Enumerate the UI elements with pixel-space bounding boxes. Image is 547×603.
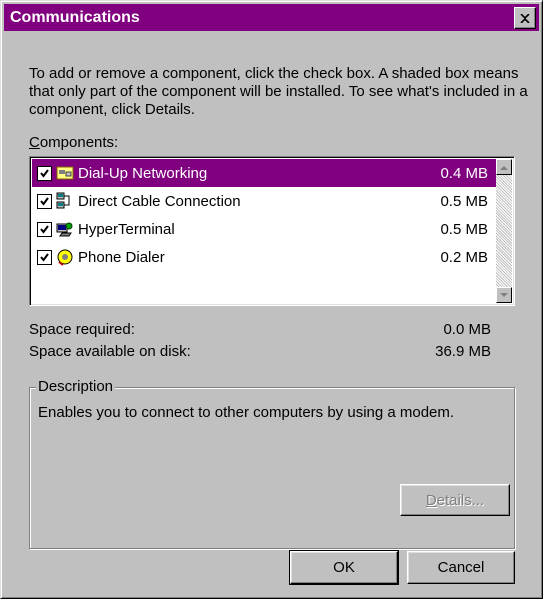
scroll-down-button[interactable]	[496, 287, 512, 303]
scroll-down-arrow-icon	[500, 292, 508, 297]
description-text: Enables you to connect to other computer…	[38, 404, 455, 421]
checkbox-phone-dialer[interactable]	[37, 249, 52, 265]
scroll-up-arrow-icon	[500, 165, 508, 170]
component-name: Phone Dialer	[78, 248, 165, 266]
hyperterminal-icon	[56, 222, 73, 237]
title-bar[interactable]: Communications	[4, 4, 539, 31]
direct-cable-connection-icon	[56, 192, 70, 209]
checkmark-icon	[40, 224, 49, 234]
space-required-value: 0.0 MB	[443, 321, 491, 338]
checkbox-dial-up-networking[interactable]	[37, 165, 52, 181]
details-button[interactable]: Details...	[400, 484, 510, 516]
communications-dialog: Communications To add or remove a compon…	[0, 0, 543, 599]
space-available-label: Space available on disk:	[29, 343, 191, 360]
description-groupbox: Description Enables you to connect to ot…	[29, 378, 515, 549]
checkmark-icon	[40, 168, 49, 178]
phone-dialer-icon	[57, 249, 73, 266]
close-button[interactable]	[514, 7, 536, 29]
space-required-label: Space required:	[29, 321, 135, 338]
components-label: Components:	[29, 134, 119, 151]
instructions-text: To add or remove a component, click the …	[29, 65, 528, 118]
component-name: Dial-Up Networking	[78, 164, 208, 182]
checkbox-hyperterminal[interactable]	[37, 221, 52, 237]
vertical-scrollbar[interactable]	[496, 159, 512, 303]
checkmark-icon	[40, 252, 49, 262]
component-size: 0.2 MB	[440, 248, 488, 266]
component-size: 0.5 MB	[440, 192, 488, 210]
component-size: 0.5 MB	[440, 220, 488, 238]
space-available-value: 36.9 MB	[435, 343, 491, 360]
description-legend: Description	[36, 378, 116, 395]
checkmark-icon	[40, 196, 49, 206]
close-icon	[520, 13, 530, 23]
component-row-direct-cable-connection[interactable]: Direct Cable Connection 0.5 MB	[32, 187, 496, 215]
dialog-title: Communications	[10, 8, 140, 26]
checkbox-direct-cable-connection[interactable]	[37, 193, 52, 209]
components-list: Dial-Up Networking 0.4 MB Direct Cable C…	[32, 159, 496, 271]
component-size: 0.4 MB	[440, 164, 488, 182]
component-row-dial-up-networking[interactable]: Dial-Up Networking 0.4 MB	[32, 159, 496, 187]
dial-up-networking-icon	[56, 166, 74, 180]
component-name: Direct Cable Connection	[78, 192, 241, 210]
component-row-phone-dialer[interactable]: Phone Dialer 0.2 MB	[32, 243, 496, 271]
component-name: HyperTerminal	[78, 220, 175, 238]
space-required-row: Space required: 0.0 MB	[29, 321, 491, 338]
components-listbox[interactable]: Dial-Up Networking 0.4 MB Direct Cable C…	[29, 156, 515, 306]
space-available-row: Space available on disk: 36.9 MB	[29, 343, 491, 360]
cancel-button[interactable]: Cancel	[407, 551, 515, 584]
scroll-up-button[interactable]	[496, 159, 512, 175]
ok-button[interactable]: OK	[289, 550, 399, 585]
component-row-hyperterminal[interactable]: HyperTerminal 0.5 MB	[32, 215, 496, 243]
